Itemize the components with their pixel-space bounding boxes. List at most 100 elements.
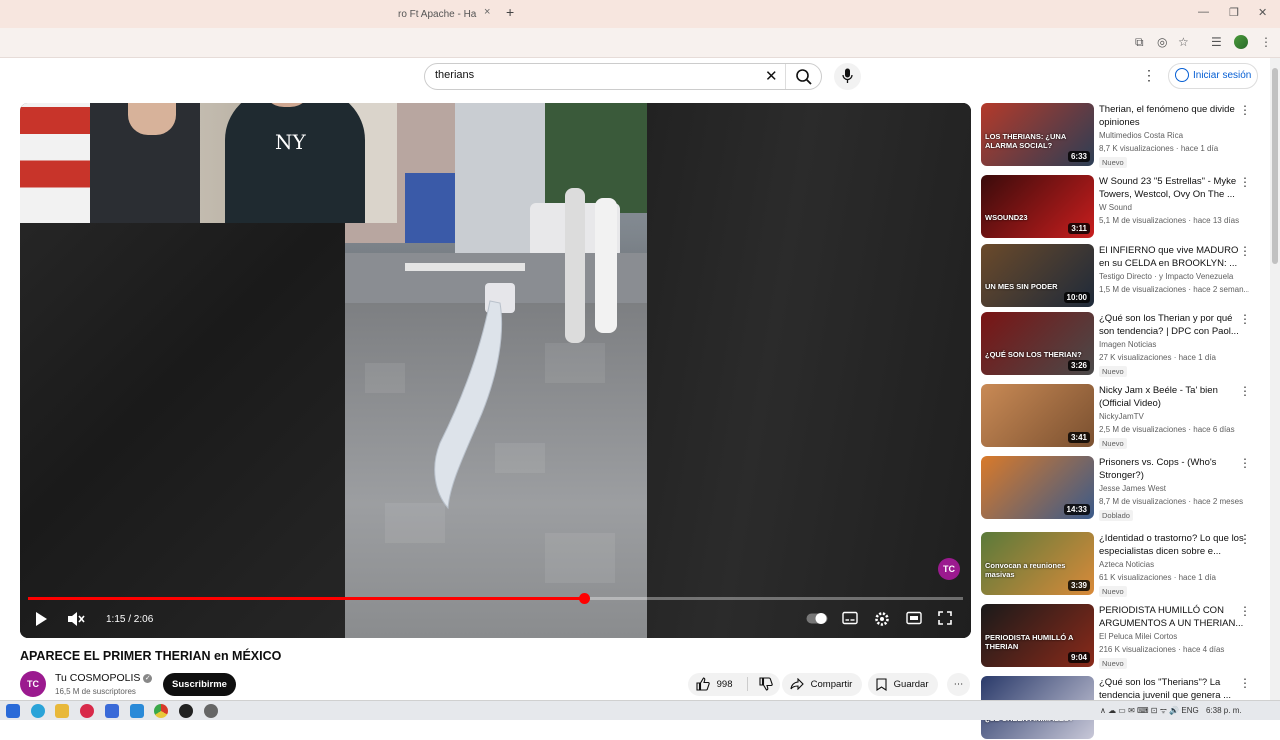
signin-button[interactable]: Iniciar sesión (1168, 63, 1258, 89)
recommendation-more-icon[interactable]: ⋮ (1239, 532, 1251, 546)
install-app-icon[interactable]: ⧉ (1135, 35, 1144, 50)
recommendation-more-icon[interactable]: ⋮ (1239, 604, 1251, 618)
save-button[interactable]: Guardar (868, 673, 938, 696)
new-tab-button[interactable]: + (506, 4, 514, 20)
recommendation-channel[interactable]: NickyJamTV (1099, 412, 1249, 421)
recommendation-badge: Nuevo (1099, 366, 1127, 377)
recommendation-thumbnail[interactable]: WSOUND23 3:11 (981, 175, 1094, 238)
search-input[interactable] (435, 69, 755, 81)
play-button[interactable] (34, 611, 48, 630)
like-button[interactable]: 998 (688, 673, 780, 696)
recommendation-thumbnail[interactable]: 3:41 (981, 384, 1094, 447)
folder-icon[interactable] (55, 704, 69, 718)
channel-name[interactable]: Tu COSMOPOLIS ✓ (55, 672, 153, 684)
recommendation-item[interactable]: LOS THERIANS: ¿UNA ALARMA SOCIAL? 6:33 The… (981, 103, 1261, 168)
duration-badge: 3:39 (1067, 580, 1090, 591)
search-icon[interactable] (795, 68, 813, 91)
recommendation-title[interactable]: El INFIERNO que vive MADURO en su CELDA … (1099, 244, 1245, 270)
app-icon[interactable] (80, 704, 94, 718)
obs-icon[interactable] (179, 704, 193, 718)
recommendation-thumbnail[interactable]: ¿QUÉ SON LOS THERIAN? 3:26 (981, 312, 1094, 375)
channel-avatar[interactable]: TC (20, 671, 46, 697)
browser-tab-bar: ro Ft Apache - Ha × + — ❐ ✕ (0, 0, 1280, 28)
like-count: 998 (716, 679, 733, 690)
recommendation-title[interactable]: ¿Qué son los Therian y por qué son tende… (1099, 312, 1245, 338)
close-tab-icon[interactable]: × (484, 6, 490, 18)
voice-search-button[interactable] (834, 63, 861, 90)
reading-list-icon[interactable]: ☰ (1211, 35, 1222, 49)
recommendation-more-icon[interactable]: ⋮ (1239, 103, 1251, 117)
recommendation-thumbnail[interactable]: PERIODISTA HUMILLÓ A THERIAN 9:04 (981, 604, 1094, 667)
clear-search-icon[interactable]: ✕ (765, 67, 778, 85)
mute-button[interactable] (67, 611, 85, 630)
settings-more-icon[interactable]: ⋮ (1142, 67, 1156, 84)
recommendation-more-icon[interactable]: ⋮ (1239, 456, 1251, 470)
recommendation-item[interactable]: WSOUND23 3:11 W Sound 23 "5 Estrellas" - M… (981, 175, 1261, 239)
autoplay-toggle[interactable] (806, 612, 828, 628)
video-player[interactable]: NY 1:15 / 2:06 TC (20, 103, 971, 638)
recommendation-item[interactable]: Convocan a reuniones masivas 3:39 ¿Identid… (981, 532, 1261, 597)
settings-icon[interactable] (204, 704, 218, 718)
scrollbar-thumb[interactable] (1272, 68, 1278, 264)
recommendation-item[interactable]: 14:33 Prisoners vs. Cops - (Who's Stronge… (981, 456, 1261, 521)
recommendation-meta: 27 K visualizaciones · hace 1 día (1099, 353, 1216, 362)
recommendation-channel[interactable]: Jesse James West (1099, 484, 1249, 493)
recommendation-channel[interactable]: Testigo Directo · y Impacto Venezuela (1099, 272, 1249, 281)
recommendation-title[interactable]: ¿Identidad o trastorno? Lo que los espec… (1099, 532, 1245, 558)
edge-icon[interactable] (31, 704, 45, 718)
system-tray[interactable]: ∧ ☁ ▭ ✉ ⌨ ⊡ ᯤ 🔊 ENG (1100, 705, 1199, 716)
recommendation-more-icon[interactable]: ⋮ (1239, 384, 1251, 398)
fullscreen-icon[interactable] (938, 611, 952, 628)
start-icon[interactable] (6, 704, 20, 718)
zoom-icon[interactable] (105, 704, 119, 718)
recommendation-title[interactable]: Therian, el fenómeno que divide opinione… (1099, 103, 1245, 129)
recommendation-title[interactable]: W Sound 23 "5 Estrellas" - Myke Towers, … (1099, 175, 1245, 201)
duration-badge: 3:41 (1067, 432, 1090, 443)
recommendation-more-icon[interactable]: ⋮ (1239, 244, 1251, 258)
recommendation-thumbnail[interactable]: UN MES SIN PODER 10:00 (981, 244, 1094, 307)
recommendation-thumbnail[interactable]: LOS THERIANS: ¿UNA ALARMA SOCIAL? 6:33 (981, 103, 1094, 166)
recommendation-title[interactable]: Nicky Jam x Beéle - Ta' bien (Official V… (1099, 384, 1245, 410)
recommendation-title[interactable]: Prisoners vs. Cops - (Who's Stronger?) (1099, 456, 1245, 482)
eye-off-icon[interactable]: ◎ (1157, 35, 1167, 49)
recommendation-badge: Nuevo (1099, 157, 1127, 168)
recommendation-more-icon[interactable]: ⋮ (1239, 175, 1251, 189)
recommendation-item[interactable]: 3:41 Nicky Jam x Beéle - Ta' bien (Offici… (981, 384, 1261, 449)
recommendation-more-icon[interactable]: ⋮ (1239, 676, 1251, 690)
recommendation-title[interactable]: ¿Qué son los "Therians"? La tendencia ju… (1099, 676, 1245, 702)
subtitles-icon[interactable] (842, 611, 858, 628)
recommendation-item[interactable]: UN MES SIN PODER 10:00 El INFIERNO que viv… (981, 244, 1261, 308)
recommendation-channel[interactable]: Imagen Noticias (1099, 340, 1249, 349)
thumbnail-overlay-text: WSOUND23 (985, 213, 1028, 222)
miniplayer-icon[interactable] (906, 611, 922, 628)
recommendation-channel[interactable]: W Sound (1099, 203, 1249, 212)
clock[interactable]: 6:38 p. m. (1206, 706, 1242, 715)
close-window-icon[interactable]: ✕ (1258, 6, 1267, 19)
subscribe-button[interactable]: Suscribirme (163, 673, 236, 696)
recommendation-title[interactable]: PERIODISTA HUMILLÓ CON ARGUMENTOS A UN T… (1099, 604, 1245, 630)
recommendation-meta: 61 K visualizaciones · hace 1 día (1099, 573, 1216, 582)
store-icon[interactable] (130, 704, 144, 718)
recommendation-channel[interactable]: Azteca Noticias (1099, 560, 1249, 569)
progress-bar[interactable] (28, 593, 963, 604)
recommendation-more-icon[interactable]: ⋮ (1239, 312, 1251, 326)
chrome-icon[interactable] (154, 704, 168, 718)
save-label: Guardar (893, 679, 929, 690)
minimize-icon[interactable]: — (1198, 6, 1209, 18)
maximize-icon[interactable]: ❐ (1229, 6, 1239, 19)
recommendation-badge: Nuevo (1099, 438, 1127, 449)
recommendation-badge: Nuevo (1099, 586, 1127, 597)
recommendation-channel[interactable]: Multimedios Costa Rica (1099, 131, 1249, 140)
recommendation-thumbnail[interactable]: Convocan a reuniones masivas 3:39 (981, 532, 1094, 595)
recommendation-channel[interactable]: El Peluca Milei Cortos (1099, 632, 1249, 641)
browser-menu-icon[interactable]: ⋮ (1260, 35, 1272, 49)
recommendation-thumbnail[interactable]: 14:33 (981, 456, 1094, 519)
bookmark-star-icon[interactable]: ☆ (1178, 35, 1189, 49)
recommendation-item[interactable]: PERIODISTA HUMILLÓ A THERIAN 9:04 PERIODIS… (981, 604, 1261, 669)
share-button[interactable]: Compartir (782, 673, 862, 696)
settings-gear-icon[interactable] (874, 611, 890, 630)
more-actions-button[interactable]: ⋯ (947, 673, 970, 696)
page-scrollbar[interactable] (1270, 58, 1280, 700)
recommendation-item[interactable]: ¿QUÉ SON LOS THERIAN? 3:26 ¿Qué son los Th… (981, 312, 1261, 377)
profile-avatar[interactable] (1234, 35, 1248, 49)
